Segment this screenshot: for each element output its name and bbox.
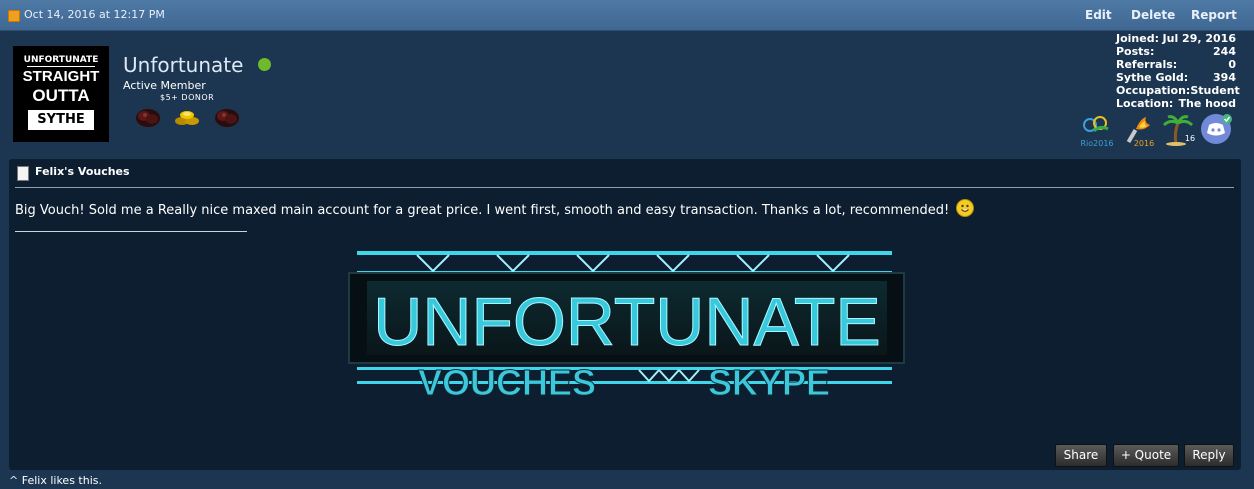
banner-vouches-text: VOUCHES — [418, 362, 596, 403]
edit-link[interactable]: Edit — [1085, 8, 1112, 22]
stat-sythe-gold: Sythe Gold: 394 — [1116, 71, 1236, 84]
delete-link[interactable]: Delete — [1131, 8, 1175, 22]
document-icon — [17, 166, 29, 181]
message-text: Big Vouch! Sold me a Really nice maxed m… — [15, 203, 950, 218]
torch-label: 2016 — [1134, 139, 1154, 148]
torch-trophy-icon[interactable]: 2016 — [1122, 113, 1156, 149]
post-title: Felix's Vouches — [35, 165, 130, 178]
banner-skype-text: SKYPE — [708, 362, 830, 403]
post-body: Felix's Vouches Big Vouch! Sold me a Rea… — [9, 159, 1241, 470]
post-icon — [8, 10, 20, 22]
reply-button[interactable]: Reply — [1184, 444, 1234, 467]
share-button[interactable]: Share — [1055, 444, 1107, 467]
stat-occupation: Occupation: Student — [1116, 84, 1240, 97]
post-message: Big Vouch! Sold me a Really nice maxed m… — [15, 199, 975, 218]
avatar-box-text: SYTHE — [28, 110, 94, 130]
rio2016-trophy-icon[interactable]: Rio2016 — [1080, 113, 1114, 149]
palm-label: 16 — [1185, 134, 1195, 143]
gold-coins-icon — [175, 111, 199, 125]
smiley-icon — [956, 199, 975, 217]
username[interactable]: Unfortunate — [123, 53, 243, 77]
palm-trophy-icon[interactable]: 16 — [1161, 113, 1195, 149]
title-divider — [15, 187, 1234, 188]
likes-summary: ^ Felix likes this. — [9, 474, 102, 487]
online-status-icon — [258, 58, 271, 71]
stat-posts: Posts: 244 — [1116, 45, 1236, 58]
donor-label: $5+ DONOR — [160, 93, 215, 102]
user-title: Active Member — [123, 79, 206, 92]
avatar[interactable]: UNFORTUNATE STRAIGHT OUTTA SYTHE — [13, 46, 109, 142]
award-dark-icon — [136, 109, 160, 127]
stat-location: Location: The hood — [1116, 97, 1236, 110]
liker-name[interactable]: Felix — [22, 474, 47, 487]
likes-arrow-icon[interactable]: ^ — [9, 474, 18, 487]
stat-referrals: Referrals: 0 — [1116, 58, 1236, 71]
avatar-divider — [27, 66, 95, 67]
avatar-line1: STRAIGHT — [22, 68, 100, 85]
avatar-small-text: UNFORTUNATE — [23, 55, 99, 65]
likes-text: likes this. — [50, 474, 102, 487]
award-dark-icon-2 — [215, 109, 239, 127]
rio-label: Rio2016 — [1080, 139, 1113, 148]
discord-icon[interactable] — [1200, 113, 1234, 149]
report-link[interactable]: Report — [1191, 8, 1237, 22]
post-header-bar: Oct 14, 2016 at 12:17 PM Edit Delete Rep… — [0, 0, 1254, 31]
avatar-line2: OUTTA — [32, 86, 90, 105]
signature-divider — [15, 231, 247, 232]
quote-button[interactable]: + Quote — [1113, 444, 1179, 467]
signature-banner: UNFORTUNATE VOUCHES SKYPE — [348, 251, 905, 404]
user-stats: Joined: Jul 29, 2016 Posts: 244 Referrals:… — [1116, 32, 1240, 110]
post-date: Oct 14, 2016 at 12:17 PM — [24, 8, 165, 21]
stat-joined: Joined: Jul 29, 2016 — [1116, 32, 1236, 45]
banner-main-text: UNFORTUNATE — [373, 284, 880, 360]
